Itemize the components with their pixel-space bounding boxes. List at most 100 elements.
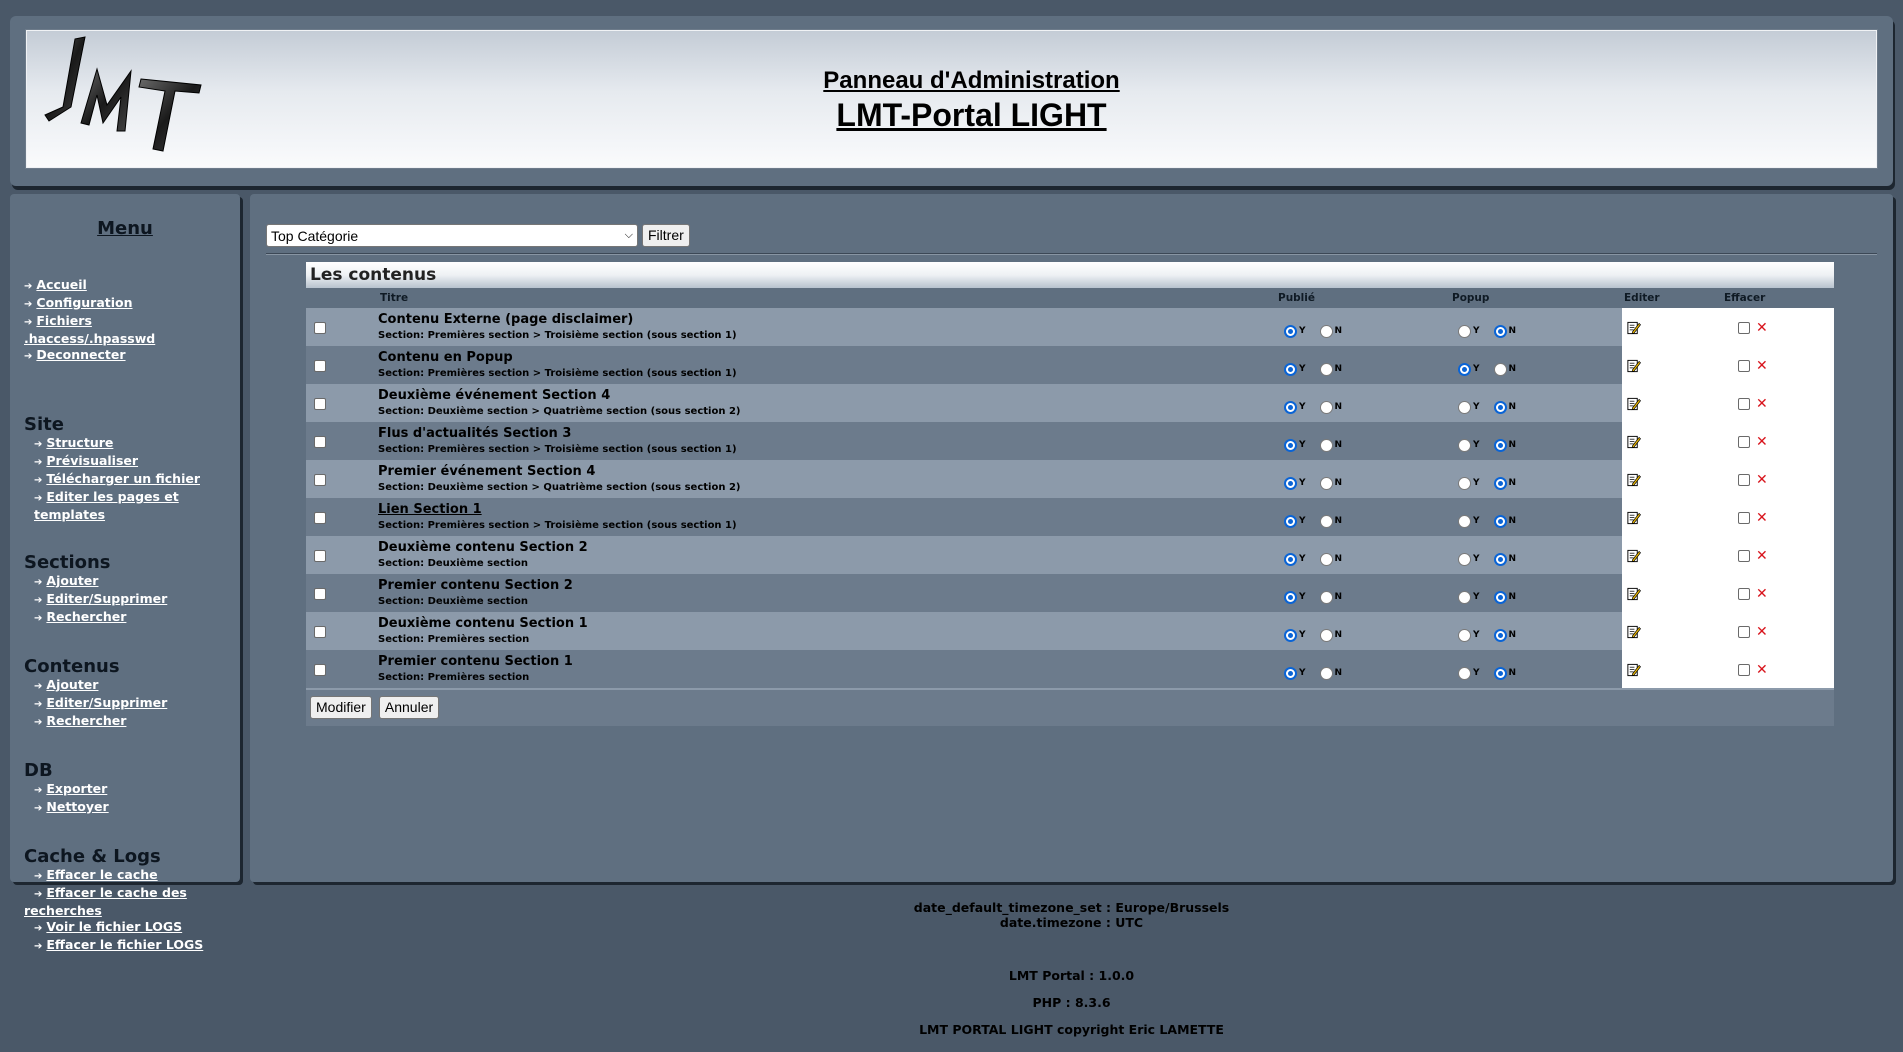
- published-no-radio[interactable]: [1319, 324, 1333, 338]
- popup-no-radio[interactable]: [1493, 362, 1507, 376]
- popup-yes-radio[interactable]: [1458, 400, 1471, 414]
- popup-yes-radio[interactable]: [1458, 628, 1471, 642]
- edit-icon[interactable]: [1626, 472, 1641, 488]
- nav-item-htaccess[interactable]: ➔ Fichiers .haccess/.hpasswd: [24, 313, 226, 347]
- nav-item-exporter[interactable]: ➔ Exporter: [24, 781, 226, 799]
- nav-link-voir-logs[interactable]: Voir le fichier LOGS: [46, 919, 182, 934]
- delete-x-icon[interactable]: ✕: [1756, 358, 1768, 374]
- edit-icon[interactable]: [1626, 396, 1641, 412]
- popup-no-radio[interactable]: [1493, 438, 1507, 452]
- row-select-checkbox[interactable]: [314, 360, 326, 372]
- published-yes-radio[interactable]: [1284, 324, 1297, 338]
- nav-link-sections-editer[interactable]: Editer/Supprimer: [46, 591, 167, 606]
- row-select-checkbox[interactable]: [314, 474, 326, 486]
- delete-x-icon[interactable]: ✕: [1756, 396, 1768, 412]
- popup-no-radio[interactable]: [1493, 324, 1507, 338]
- nav-item-editer-pages[interactable]: ➔ Editer les pages et templates: [24, 489, 226, 523]
- filter-button[interactable]: Filtrer: [642, 224, 690, 247]
- popup-yes-radio[interactable]: [1458, 476, 1471, 490]
- category-select[interactable]: Top Catégorie ⌵: [266, 224, 638, 247]
- nav-link-editer-pages[interactable]: Editer les pages et templates: [34, 489, 179, 522]
- delete-x-icon[interactable]: ✕: [1756, 320, 1768, 336]
- nav-link-effacer-cache[interactable]: Effacer le cache: [46, 867, 157, 882]
- published-yes-radio[interactable]: [1284, 438, 1297, 452]
- delete-checkbox[interactable]: [1738, 550, 1750, 562]
- row-select-checkbox[interactable]: [314, 588, 326, 600]
- nav-item-accueil[interactable]: ➔ Accueil: [24, 277, 226, 295]
- nav-link-effacer-cache-recherches[interactable]: Effacer le cache des recherches: [24, 885, 187, 918]
- published-yes-radio[interactable]: [1284, 666, 1297, 680]
- delete-checkbox[interactable]: [1738, 322, 1750, 334]
- row-select-checkbox[interactable]: [314, 664, 326, 676]
- modify-button[interactable]: Modifier: [310, 696, 372, 719]
- nav-item-sections-editer[interactable]: ➔ Editer/Supprimer: [24, 591, 226, 609]
- popup-yes-radio[interactable]: [1458, 514, 1471, 528]
- row-select-checkbox[interactable]: [314, 322, 326, 334]
- published-no-radio[interactable]: [1319, 628, 1333, 642]
- nav-item-voir-logs[interactable]: ➔ Voir le fichier LOGS: [24, 919, 226, 937]
- delete-checkbox[interactable]: [1738, 398, 1750, 410]
- delete-checkbox[interactable]: [1738, 436, 1750, 448]
- edit-icon[interactable]: [1626, 662, 1641, 678]
- nav-link-effacer-logs[interactable]: Effacer le fichier LOGS: [46, 937, 203, 952]
- published-yes-radio[interactable]: [1284, 400, 1297, 414]
- popup-yes-radio[interactable]: [1458, 666, 1471, 680]
- nav-link-sections-rechercher[interactable]: Rechercher: [46, 609, 126, 624]
- nav-item-previsualiser[interactable]: ➔ Prévisualiser: [24, 453, 226, 471]
- edit-icon[interactable]: [1626, 320, 1641, 336]
- popup-no-radio[interactable]: [1493, 666, 1507, 680]
- nav-item-structure[interactable]: ➔ Structure: [24, 435, 226, 453]
- delete-x-icon[interactable]: ✕: [1756, 548, 1768, 564]
- nav-item-telecharger[interactable]: ➔ Télécharger un fichier: [24, 471, 226, 489]
- delete-x-icon[interactable]: ✕: [1756, 586, 1768, 602]
- popup-no-radio[interactable]: [1493, 590, 1507, 604]
- edit-icon[interactable]: [1626, 586, 1641, 602]
- row-select-checkbox[interactable]: [314, 626, 326, 638]
- nav-item-contenus-rechercher[interactable]: ➔ Rechercher: [24, 713, 226, 731]
- delete-checkbox[interactable]: [1738, 360, 1750, 372]
- nav-link-structure[interactable]: Structure: [46, 435, 113, 450]
- published-yes-radio[interactable]: [1284, 514, 1297, 528]
- row-title[interactable]: Lien Section 1: [378, 502, 1276, 518]
- nav-item-effacer-logs[interactable]: ➔ Effacer le fichier LOGS: [24, 937, 226, 955]
- nav-item-sections-rechercher[interactable]: ➔ Rechercher: [24, 609, 226, 627]
- popup-no-radio[interactable]: [1493, 552, 1507, 566]
- delete-checkbox[interactable]: [1738, 588, 1750, 600]
- nav-link-htaccess[interactable]: Fichiers .haccess/.hpasswd: [24, 313, 155, 346]
- published-no-radio[interactable]: [1319, 666, 1333, 680]
- nav-item-nettoyer[interactable]: ➔ Nettoyer: [24, 799, 226, 817]
- edit-icon[interactable]: [1626, 548, 1641, 564]
- nav-item-effacer-cache[interactable]: ➔ Effacer le cache: [24, 867, 226, 885]
- popup-yes-radio[interactable]: [1458, 324, 1471, 338]
- published-no-radio[interactable]: [1319, 590, 1333, 604]
- row-select-checkbox[interactable]: [314, 550, 326, 562]
- edit-icon[interactable]: [1626, 624, 1641, 640]
- nav-link-contenus-ajouter[interactable]: Ajouter: [46, 677, 98, 692]
- nav-link-exporter[interactable]: Exporter: [46, 781, 107, 796]
- popup-no-radio[interactable]: [1493, 514, 1507, 528]
- nav-item-sections-ajouter[interactable]: ➔ Ajouter: [24, 573, 226, 591]
- nav-link-telecharger[interactable]: Télécharger un fichier: [46, 471, 200, 486]
- popup-no-radio[interactable]: [1493, 400, 1507, 414]
- published-yes-radio[interactable]: [1284, 362, 1297, 376]
- popup-yes-radio[interactable]: [1458, 362, 1471, 376]
- edit-icon[interactable]: [1626, 358, 1641, 374]
- nav-link-configuration[interactable]: Configuration: [36, 295, 132, 310]
- delete-checkbox[interactable]: [1738, 626, 1750, 638]
- nav-item-deconnecter[interactable]: ➔ Deconnecter: [24, 347, 226, 365]
- nav-item-configuration[interactable]: ➔ Configuration: [24, 295, 226, 313]
- edit-icon[interactable]: [1626, 510, 1641, 526]
- published-yes-radio[interactable]: [1284, 590, 1297, 604]
- popup-yes-radio[interactable]: [1458, 438, 1471, 452]
- nav-link-contenus-rechercher[interactable]: Rechercher: [46, 713, 126, 728]
- published-yes-radio[interactable]: [1284, 552, 1297, 566]
- edit-icon[interactable]: [1626, 434, 1641, 450]
- nav-link-deconnecter[interactable]: Deconnecter: [36, 347, 125, 362]
- nav-item-contenus-ajouter[interactable]: ➔ Ajouter: [24, 677, 226, 695]
- nav-link-contenus-editer[interactable]: Editer/Supprimer: [46, 695, 167, 710]
- nav-item-contenus-editer[interactable]: ➔ Editer/Supprimer: [24, 695, 226, 713]
- delete-checkbox[interactable]: [1738, 664, 1750, 676]
- nav-link-accueil[interactable]: Accueil: [36, 277, 86, 292]
- cancel-button[interactable]: Annuler: [378, 696, 440, 719]
- delete-x-icon[interactable]: ✕: [1756, 624, 1768, 640]
